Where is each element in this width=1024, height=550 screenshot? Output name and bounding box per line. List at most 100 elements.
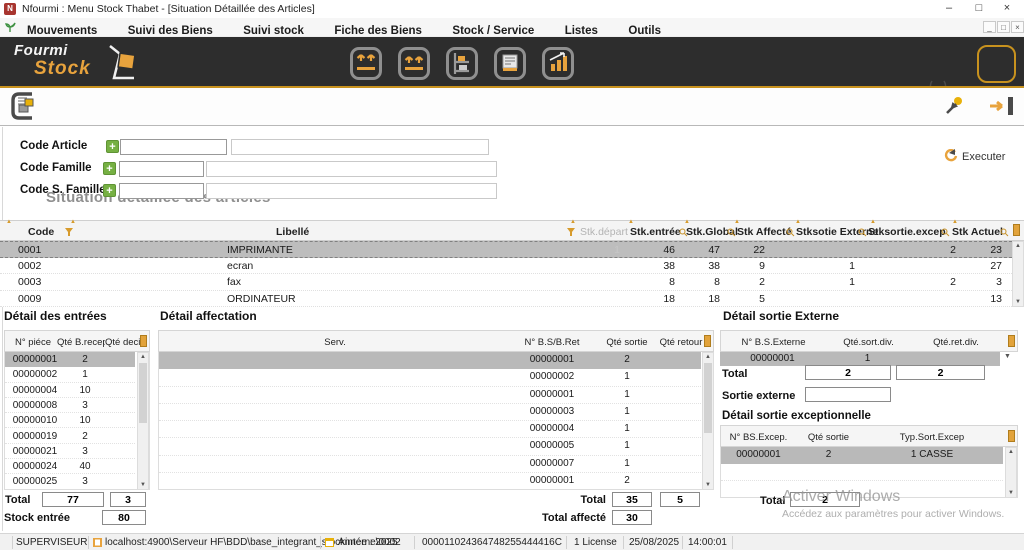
search-icon[interactable]	[1000, 228, 1009, 237]
table-row[interactable]: 0001 IMPRIMANTE 1 46 47 22 2 23	[0, 241, 1012, 258]
exit-icon[interactable]	[988, 96, 1016, 116]
col-stksortie-excep[interactable]: Stksortie.excep	[868, 226, 946, 238]
list-item[interactable]: 00000001 2	[5, 352, 135, 367]
s-famille-libelle-field[interactable]	[206, 183, 497, 199]
affectation-total1-field[interactable]	[612, 492, 652, 507]
filter-icon[interactable]	[64, 227, 74, 237]
active-module-button[interactable]	[977, 45, 1016, 83]
column-options-icon[interactable]	[140, 335, 147, 347]
col-stk-actuel[interactable]: Stk Actuel	[952, 226, 1003, 238]
list-item[interactable]: 00000005 1	[159, 438, 701, 455]
table-row[interactable]: 0002 ecran 38 38 9 1 27	[0, 258, 1012, 275]
menu-outils[interactable]: Outils	[628, 25, 661, 37]
menu-listes[interactable]: Listes	[565, 25, 598, 37]
table-row[interactable]: 0009 ORDINATEUR 18 18 5 13	[0, 291, 1012, 308]
dropdown-icon[interactable]: ▼	[1004, 353, 1011, 360]
column-options-icon[interactable]	[1008, 335, 1015, 347]
scroll-down-icon[interactable]	[1006, 490, 1016, 496]
menu-mouvements[interactable]: Mouvements	[27, 25, 97, 37]
col-qte-sortie[interactable]: Qté sortie	[796, 432, 861, 443]
col-stk-entree[interactable]: Stk.entrée	[630, 226, 681, 238]
scroll-up-icon[interactable]	[138, 354, 148, 360]
stock-in-button[interactable]	[350, 47, 382, 80]
pin-icon[interactable]	[944, 96, 964, 116]
scroll-down-icon[interactable]	[703, 482, 713, 488]
list-item[interactable]: 00000004 1	[159, 421, 701, 438]
search-icon[interactable]	[727, 228, 736, 237]
mdi-close-button[interactable]: ×	[1011, 21, 1024, 33]
entrees-scrollbar[interactable]	[137, 352, 149, 490]
col-qte-sortie[interactable]: Qté sortie	[593, 337, 661, 348]
menu-suivi-des-biens[interactable]: Suivi des Biens	[128, 25, 213, 37]
add-s-famille-button[interactable]: +	[103, 184, 116, 197]
list-item[interactable]: 00000010 10	[5, 413, 135, 428]
list-item[interactable]: 00000024 40	[5, 459, 135, 474]
scroll-up-icon[interactable]	[1013, 243, 1023, 249]
excep-total-field[interactable]	[790, 492, 860, 507]
list-item[interactable]: 00000002 1	[5, 367, 135, 382]
maximize-button[interactable]: □	[968, 1, 990, 16]
col-serv[interactable]: Serv.	[159, 337, 511, 348]
col-bs-bret[interactable]: N° B.S/B.Ret	[511, 337, 593, 348]
column-options-icon[interactable]	[1008, 430, 1015, 442]
scroll-up-icon[interactable]	[1006, 449, 1016, 455]
code-article-input[interactable]	[120, 139, 227, 155]
famille-libelle-field[interactable]	[206, 161, 497, 177]
externe-total1-field[interactable]	[805, 365, 891, 380]
table-row[interactable]: 0003 fax 8 8 2 1 2 3	[0, 274, 1012, 291]
close-button[interactable]: ×	[996, 1, 1018, 16]
sortie-externe-field[interactable]	[805, 387, 891, 402]
col-qte-ret-div[interactable]: Qté.ret.div.	[911, 337, 1001, 348]
externe-total2-field[interactable]	[896, 365, 985, 380]
mdi-restore-button[interactable]: □	[997, 21, 1010, 33]
add-article-button[interactable]: +	[106, 140, 119, 153]
list-item[interactable]: 00000004 10	[5, 383, 135, 398]
sortie-excep-scrollbar[interactable]	[1005, 447, 1017, 498]
list-item[interactable]: 00000001 1	[159, 387, 701, 404]
col-stk-affecte[interactable]: Stk Affecté	[737, 226, 791, 238]
column-options-icon[interactable]	[1013, 224, 1020, 236]
list-item[interactable]: 00000001 1	[720, 352, 1000, 366]
scroll-up-icon[interactable]	[703, 354, 713, 360]
list-item[interactable]: 00000007 1	[159, 456, 701, 473]
list-item[interactable]: 00000008 3	[5, 398, 135, 413]
col-n-piece[interactable]: N° piéce	[7, 337, 59, 348]
mdi-minimize-button[interactable]: _	[983, 21, 996, 33]
filter-icon[interactable]	[566, 227, 576, 237]
list-item[interactable]: 00000003 1	[159, 404, 701, 421]
menu-fiche-des-biens[interactable]: Fiche des Biens	[334, 25, 422, 37]
entrees-total1-field[interactable]	[42, 492, 104, 507]
col-bs-externe[interactable]: N° B.S.Externe	[721, 337, 826, 348]
column-options-icon[interactable]	[704, 335, 711, 347]
list-item[interactable]: 00000001 2	[159, 352, 701, 369]
search-icon[interactable]	[786, 228, 795, 237]
list-item[interactable]	[721, 464, 1003, 481]
col-qte-decision[interactable]: Qté decisio	[105, 337, 141, 348]
list-item[interactable]: 00000001 2 1 CASSE	[721, 447, 1003, 464]
affectation-scrollbar[interactable]	[702, 352, 714, 490]
list-item[interactable]: 00000021 3	[5, 444, 135, 459]
list-item[interactable]: 00000002 1	[159, 369, 701, 386]
col-qte-recep[interactable]: Qté B.recep	[57, 337, 105, 348]
stats-button[interactable]	[542, 47, 574, 80]
menu-stock-service[interactable]: Stock / Service	[452, 25, 534, 37]
col-qte-sort-div[interactable]: Qté.sort.div.	[826, 337, 911, 348]
list-item[interactable]: 00000001 2	[159, 473, 701, 490]
col-stk-depart[interactable]: Stk.départ	[580, 226, 628, 238]
search-icon[interactable]	[941, 228, 950, 237]
menu-suivi-stock[interactable]: Suivi stock	[243, 25, 304, 37]
report-button[interactable]	[494, 47, 526, 80]
code-famille-input[interactable]	[119, 161, 204, 177]
col-bs-excep[interactable]: N° BS.Excep.	[721, 432, 796, 443]
entrees-total2-field[interactable]	[110, 492, 146, 507]
minimize-button[interactable]: –	[938, 1, 960, 16]
article-libelle-field[interactable]	[231, 139, 489, 155]
search-icon[interactable]	[679, 228, 688, 237]
scroll-down-icon[interactable]	[1013, 299, 1023, 305]
execute-button[interactable]: Executer	[944, 147, 1018, 165]
affectation-total2-field[interactable]	[660, 492, 700, 507]
search-icon[interactable]	[858, 228, 867, 237]
list-item[interactable]: 00000019 2	[5, 429, 135, 444]
col-libelle[interactable]: Libellé	[276, 226, 309, 238]
stock-out-button[interactable]	[398, 47, 430, 80]
